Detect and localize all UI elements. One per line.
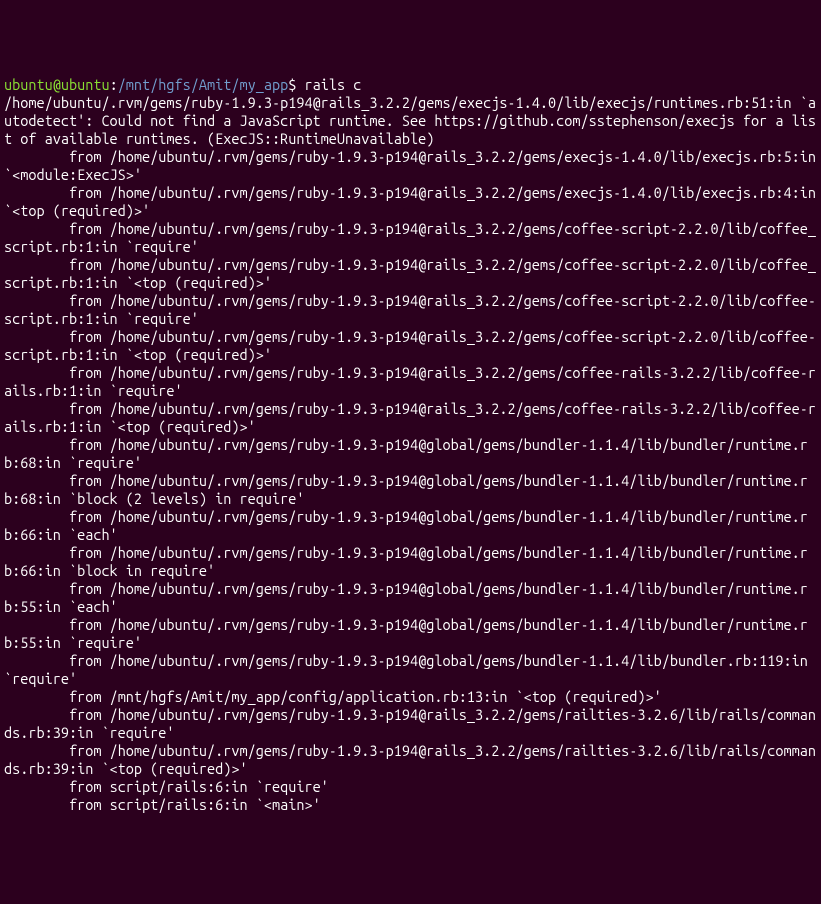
prompt-user-host: ubuntu@ubuntu xyxy=(4,76,110,93)
output-line: from /home/ubuntu/.rvm/gems/ruby-1.9.3-p… xyxy=(4,184,821,219)
output-line: from /home/ubuntu/.rvm/gems/ruby-1.9.3-p… xyxy=(4,148,821,183)
output-line: from /home/ubuntu/.rvm/gems/ruby-1.9.3-p… xyxy=(4,256,816,291)
prompt-separator: : xyxy=(110,76,118,93)
output-line: from /home/ubuntu/.rvm/gems/ruby-1.9.3-p… xyxy=(4,742,816,777)
prompt-command: rails c xyxy=(304,76,361,93)
output-line: from /home/ubuntu/.rvm/gems/ruby-1.9.3-p… xyxy=(4,292,816,327)
output-line: from /home/ubuntu/.rvm/gems/ruby-1.9.3-p… xyxy=(4,328,816,363)
output-line: from /home/ubuntu/.rvm/gems/ruby-1.9.3-p… xyxy=(4,508,808,543)
output-line: from /home/ubuntu/.rvm/gems/ruby-1.9.3-p… xyxy=(4,616,808,651)
output-line: from /mnt/hgfs/Amit/my_app/config/applic… xyxy=(4,688,662,705)
output-line: from /home/ubuntu/.rvm/gems/ruby-1.9.3-p… xyxy=(4,580,808,615)
output-line: from script/rails:6:in `<main>' xyxy=(4,796,321,813)
output-line: from /home/ubuntu/.rvm/gems/ruby-1.9.3-p… xyxy=(4,436,808,471)
output-line: from /home/ubuntu/.rvm/gems/ruby-1.9.3-p… xyxy=(4,400,816,435)
output-line: /home/ubuntu/.rvm/gems/ruby-1.9.3-p194@r… xyxy=(4,94,816,147)
output-line: from /home/ubuntu/.rvm/gems/ruby-1.9.3-p… xyxy=(4,544,808,579)
prompt-path: /mnt/hgfs/Amit/my_app xyxy=(118,76,289,93)
output-line: from /home/ubuntu/.rvm/gems/ruby-1.9.3-p… xyxy=(4,220,816,255)
prompt-symbol: $ xyxy=(288,76,296,93)
output-line: from /home/ubuntu/.rvm/gems/ruby-1.9.3-p… xyxy=(4,364,816,399)
output-line: from script/rails:6:in `require' xyxy=(4,778,329,795)
output-line: from /home/ubuntu/.rvm/gems/ruby-1.9.3-p… xyxy=(4,652,816,687)
terminal-output[interactable]: ubuntu@ubuntu:/mnt/hgfs/Amit/my_app$ rai… xyxy=(4,76,817,814)
output-line: from /home/ubuntu/.rvm/gems/ruby-1.9.3-p… xyxy=(4,472,808,507)
output-line: from /home/ubuntu/.rvm/gems/ruby-1.9.3-p… xyxy=(4,706,816,741)
